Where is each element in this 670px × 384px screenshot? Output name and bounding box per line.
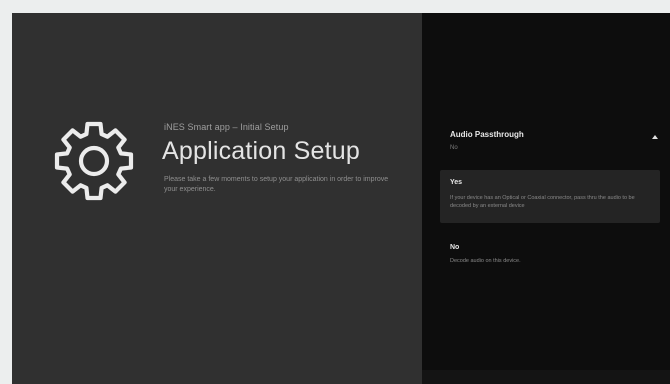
setting-value: No <box>450 145 458 151</box>
settings-panel: Audio Passthrough No Yes If your device … <box>422 13 670 384</box>
option-label: Yes <box>450 179 463 186</box>
panel-footer <box>422 370 670 384</box>
option-yes[interactable]: Yes If your device has an Optical or Coa… <box>440 170 660 223</box>
setup-intro-panel: iNES Smart app – Initial Setup Applicati… <box>12 13 422 384</box>
tv-screen: iNES Smart app – Initial Setup Applicati… <box>12 13 670 384</box>
option-description: If your device has an Optical or Coaxial… <box>450 195 635 209</box>
setting-title: Audio Passthrough <box>450 130 524 139</box>
audio-passthrough-setting[interactable]: Audio Passthrough No <box>422 125 670 161</box>
setup-subtitle: iNES Smart app – Initial Setup <box>164 122 289 132</box>
gear-icon <box>52 119 136 203</box>
page-title: Application Setup <box>162 137 360 165</box>
setup-description: Please take a few moments to setup your … <box>164 176 389 193</box>
option-no[interactable]: No Decode audio on this device. <box>440 235 660 275</box>
option-description: Decode audio on this device. <box>450 258 521 264</box>
option-label: No <box>450 244 460 251</box>
caret-up-icon <box>652 135 658 139</box>
